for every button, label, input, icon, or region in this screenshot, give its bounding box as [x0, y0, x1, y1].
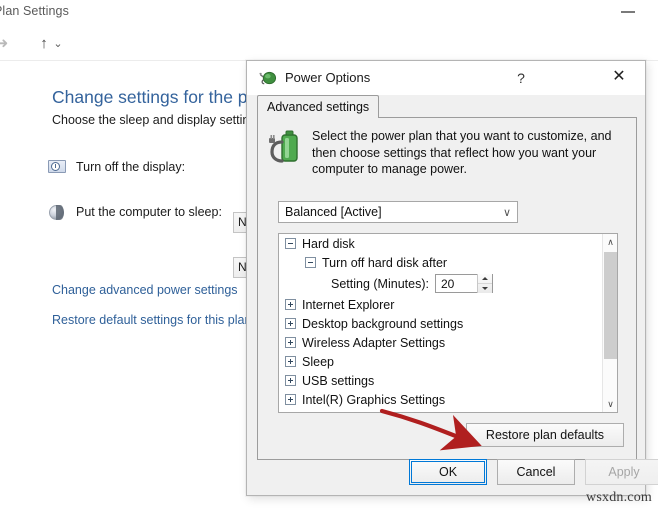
power-options-icon: [259, 70, 278, 87]
advanced-settings-tree[interactable]: Hard disk Turn off hard disk after Setti…: [278, 233, 618, 413]
watermark: wsxdn.com: [586, 490, 652, 505]
scrollbar-thumb[interactable]: [604, 252, 617, 359]
setting-row-sleep: Put the computer to sleep:: [48, 201, 222, 223]
help-button[interactable]: ?: [509, 67, 533, 89]
tree-node-internet-explorer[interactable]: Internet Explorer: [279, 295, 599, 314]
page-title: Change settings for the plan: [52, 87, 271, 107]
chevron-down-icon: ∨: [502, 206, 512, 219]
battery-plug-icon: [268, 128, 310, 176]
tree-node-sleep[interactable]: Sleep: [279, 352, 599, 371]
recent-locations-button[interactable]: ⌄: [48, 34, 68, 54]
tree-node-label: USB settings: [302, 373, 375, 388]
expand-toggle-icon[interactable]: [285, 375, 296, 386]
close-icon[interactable]: ✕: [605, 65, 633, 89]
tree-node-label: Sleep: [302, 354, 334, 369]
setting-row-display: Turn off the display:: [48, 156, 185, 178]
setting-minutes-value: 20: [440, 276, 455, 291]
tree-node-usb-settings[interactable]: USB settings: [279, 371, 599, 390]
power-plan-value: Balanced [Active]: [285, 205, 382, 219]
expand-toggle-icon[interactable]: [285, 318, 296, 329]
collapse-toggle-icon[interactable]: [305, 257, 316, 268]
tree-node-turn-off-hard-disk-after[interactable]: Turn off hard disk after: [279, 253, 599, 272]
link-change-advanced-power-settings[interactable]: Change advanced power settings: [52, 283, 238, 297]
expand-toggle-icon[interactable]: [285, 299, 296, 310]
tree-node-label: Internet Explorer: [302, 297, 395, 312]
minimize-button[interactable]: [614, 6, 644, 20]
dialog-info: Select the power plan that you want to c…: [268, 128, 626, 178]
quantity-stepper[interactable]: 20: [434, 274, 493, 293]
moon-icon: [48, 204, 67, 221]
page-subtitle: Choose the sleep and display setting: [52, 113, 257, 127]
apply-button: Apply: [585, 459, 658, 485]
monitor-clock-icon: [48, 159, 67, 176]
minimize-icon: [621, 11, 635, 13]
ok-button[interactable]: OK: [409, 459, 487, 485]
power-plan-select[interactable]: Balanced [Active] ∨: [278, 201, 518, 223]
control-panel-titlebar: Plan Settings: [0, 0, 658, 28]
tree-node-label: Wireless Adapter Settings: [302, 335, 446, 350]
setting-label-display: Turn off the display:: [76, 160, 186, 174]
restore-plan-defaults-button[interactable]: Restore plan defaults: [466, 423, 624, 447]
stepper-buttons[interactable]: [476, 274, 492, 293]
address-bar: ➜ ↑ ⌄ « Hardware and Sound › Power Optio…: [0, 28, 658, 84]
collapse-toggle-icon[interactable]: [285, 238, 296, 249]
tree-node-label: Turn off hard disk after: [322, 255, 448, 270]
tree-node-label: Desktop background settings: [302, 316, 464, 331]
dialog-title: Power Options: [285, 70, 371, 85]
tree-node-wireless-adapter-settings[interactable]: Wireless Adapter Settings: [279, 333, 599, 352]
dialog-button-row: OK Cancel Apply: [247, 459, 658, 485]
tree-node-hard-disk[interactable]: Hard disk: [279, 234, 599, 253]
tree-node-label: Intel(R) Graphics Settings: [302, 392, 446, 407]
tree-node-desktop-background-settings[interactable]: Desktop background settings: [279, 314, 599, 333]
power-options-dialog: Power Options ? ✕ Advanced settings Sele…: [246, 60, 658, 496]
stepper-up-icon[interactable]: [477, 274, 492, 284]
tab-advanced-settings[interactable]: Advanced settings: [257, 95, 380, 118]
window-title: Plan Settings: [0, 4, 69, 18]
expand-toggle-icon[interactable]: [285, 337, 296, 348]
dialog-titlebar: Power Options ? ✕: [247, 61, 645, 95]
tree-node-power-buttons-and-lid[interactable]: Power buttons and lid: [279, 409, 599, 413]
expand-toggle-icon[interactable]: [285, 356, 296, 367]
cancel-button[interactable]: Cancel: [497, 459, 575, 485]
tree-node-intel-graphics-settings[interactable]: Intel(R) Graphics Settings: [279, 390, 599, 409]
scroll-down-icon[interactable]: ∨: [603, 396, 617, 412]
setting-label-sleep: Put the computer to sleep:: [76, 205, 222, 219]
back-button[interactable]: ➜: [0, 34, 12, 54]
advanced-settings-panel: Select the power plan that you want to c…: [257, 117, 637, 460]
setting-minutes-row: Setting (Minutes): 20: [279, 272, 599, 295]
scroll-up-icon[interactable]: ∧: [603, 234, 617, 250]
tree-node-label: Power buttons and lid: [302, 412, 422, 413]
tree-scrollbar[interactable]: ∧ ∨: [602, 234, 617, 412]
dialog-info-text: Select the power plan that you want to c…: [312, 129, 612, 176]
tree-list: Hard disk Turn off hard disk after Setti…: [279, 234, 599, 413]
expand-toggle-icon[interactable]: [285, 394, 296, 405]
link-restore-default-settings[interactable]: Restore default settings for this plan: [52, 313, 251, 327]
dialog-tabstrip: Advanced settings: [247, 95, 645, 118]
tree-node-label: Hard disk: [302, 236, 355, 251]
stepper-down-icon[interactable]: [478, 284, 492, 293]
setting-minutes-label: Setting (Minutes):: [331, 276, 429, 291]
screen: Plan Settings ➜ ↑ ⌄ « Hardware and Sound: [0, 0, 658, 508]
